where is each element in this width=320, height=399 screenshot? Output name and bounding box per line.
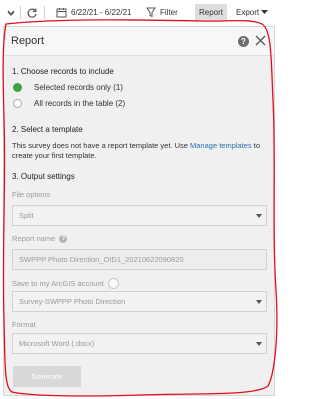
red-annotation-outline (2, 19, 278, 397)
